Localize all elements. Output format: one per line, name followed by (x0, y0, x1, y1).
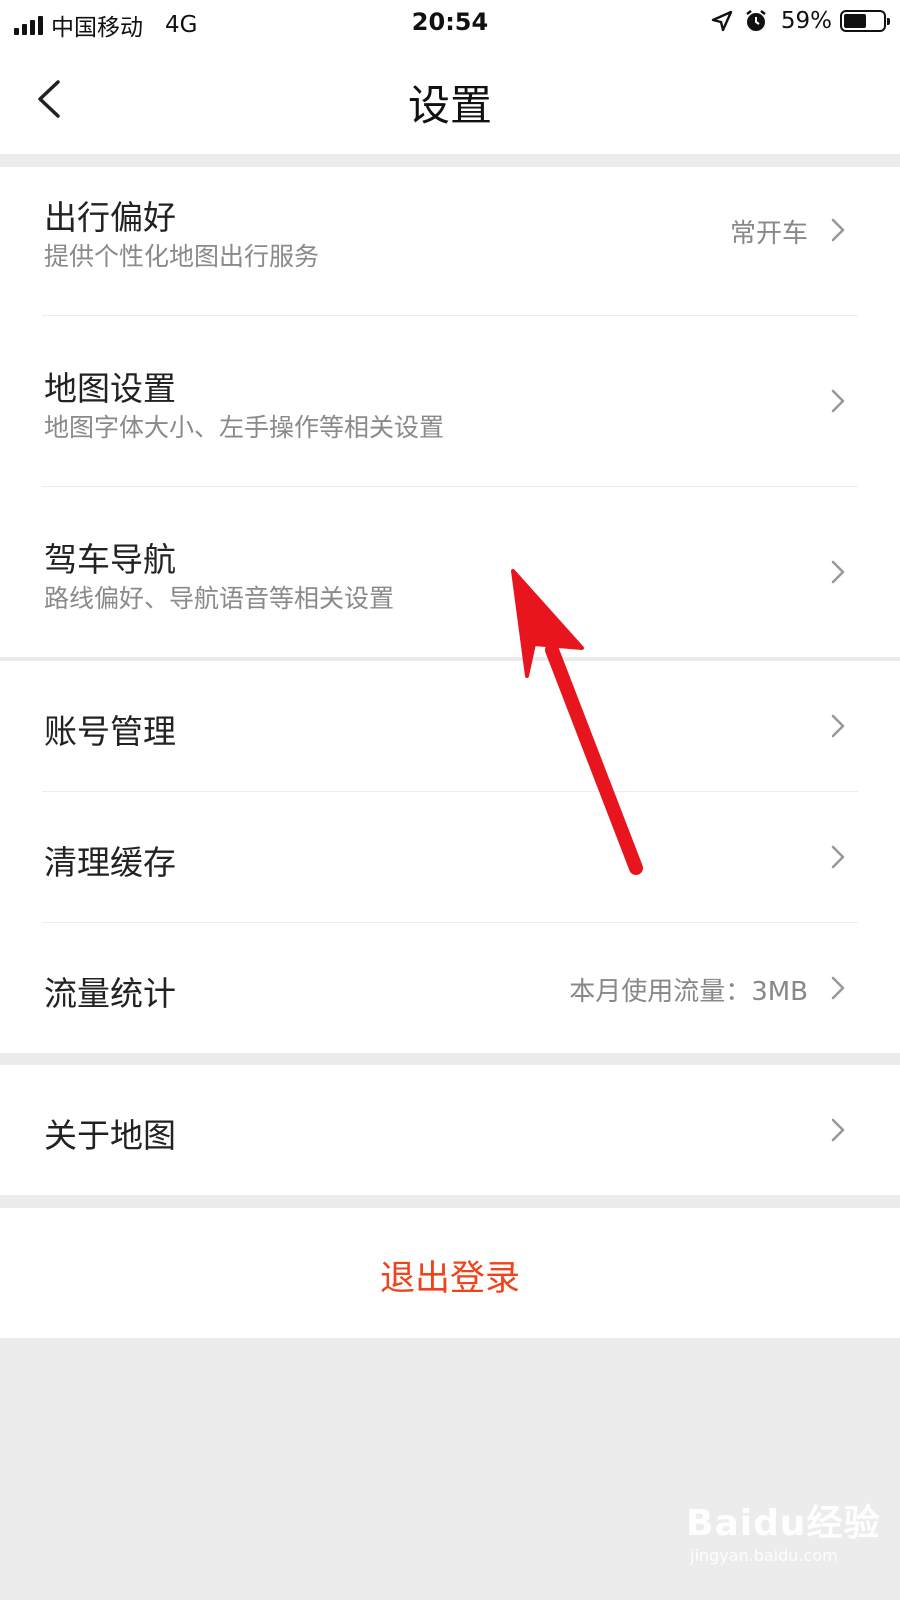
baidu-watermark: Baidu经验 jingyan.baidu.com (686, 1494, 886, 1578)
setting-subtitle: 路线偏好、导航语音等相关设置 (44, 584, 395, 613)
settings-group-about: 关于地图 (0, 1065, 900, 1195)
chevron-right-icon (831, 389, 845, 413)
setting-title: 流量统计 (44, 974, 176, 1013)
setting-title: 地图设置 (44, 369, 176, 408)
battery-icon (840, 10, 890, 32)
setting-title: 驾车导航 (44, 540, 176, 579)
status-right: 59% (711, 8, 890, 34)
setting-title: 关于地图 (44, 1116, 176, 1155)
setting-clear-cache[interactable]: 清理缓存 (0, 792, 900, 922)
status-bar: 中国移动 4G 20:54 59% (0, 0, 900, 46)
chevron-right-icon (831, 714, 845, 738)
alarm-clock-icon (746, 10, 766, 31)
setting-title: 账号管理 (44, 712, 176, 751)
settings-group-account: 账号管理 清理缓存 流量统计 本月使用流量：3MB (0, 661, 900, 1053)
setting-travel-preference[interactable]: 出行偏好 提供个性化地图出行服务 常开车 (0, 167, 900, 315)
location-arrow-icon (711, 10, 733, 32)
chevron-right-icon (831, 845, 845, 869)
watermark-url: jingyan.baidu.com (690, 1546, 838, 1565)
setting-map-settings[interactable]: 地图设置 地图字体大小、左手操作等相关设置 (0, 316, 900, 486)
setting-title: 出行偏好 (44, 198, 176, 237)
watermark-logo: Baidu经验 (686, 1503, 881, 1544)
setting-subtitle: 地图字体大小、左手操作等相关设置 (44, 413, 445, 442)
setting-account-management[interactable]: 账号管理 (0, 661, 900, 791)
setting-value: 常开车 (729, 219, 808, 249)
battery-percent: 59% (780, 8, 832, 34)
setting-title: 清理缓存 (44, 843, 176, 882)
logout-button[interactable]: 退出登录 (0, 1208, 900, 1338)
setting-about-map[interactable]: 关于地图 (0, 1065, 900, 1195)
chevron-right-icon (831, 1118, 845, 1142)
chevron-right-icon (831, 560, 845, 584)
logout-label: 退出登录 (379, 1259, 520, 1299)
setting-subtitle: 提供个性化地图出行服务 (44, 242, 320, 271)
nav-bar: 设置 (0, 46, 900, 154)
battery-fill (844, 14, 867, 28)
setting-driving-navigation[interactable]: 驾车导航 路线偏好、导航语音等相关设置 (0, 487, 900, 657)
chevron-right-icon (831, 218, 845, 242)
chevron-right-icon (831, 976, 845, 1000)
settings-group-preferences: 出行偏好 提供个性化地图出行服务 常开车 地图设置 地图字体大小、左手操作等相关… (0, 167, 900, 657)
setting-value: 本月使用流量：3MB (569, 977, 808, 1007)
page-title: 设置 (407, 81, 492, 130)
setting-data-usage[interactable]: 流量统计 本月使用流量：3MB (0, 923, 900, 1053)
